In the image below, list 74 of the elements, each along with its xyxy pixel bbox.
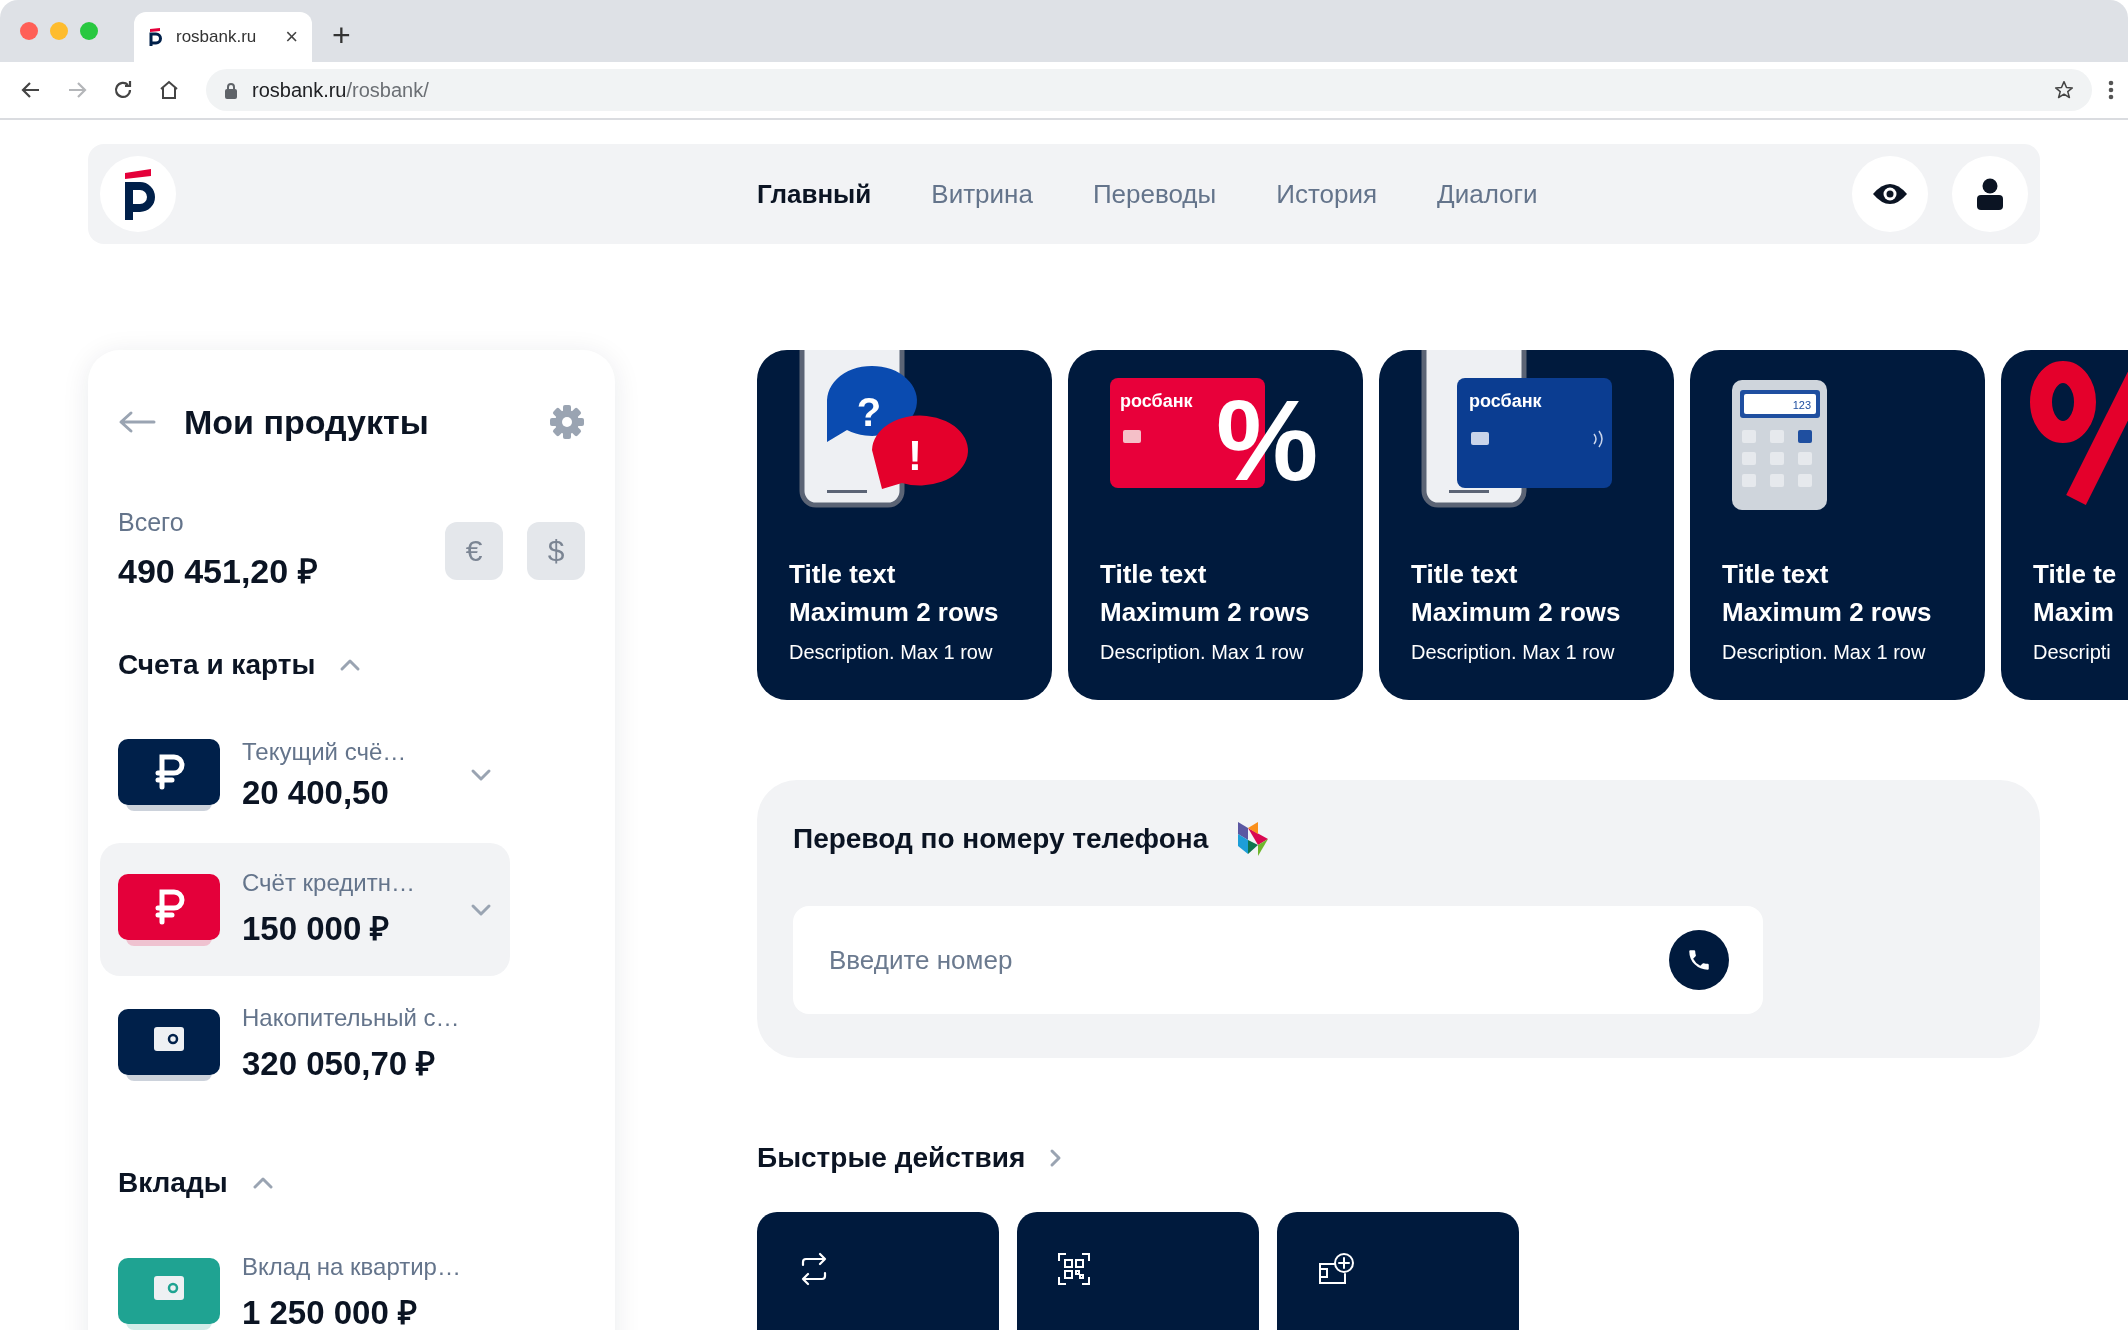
product-item[interactable]: Накопительный с… 320 050,70 ₽: [100, 978, 510, 1111]
nav-tab[interactable]: Витрина: [931, 178, 1033, 210]
payment-system-icon: [1236, 820, 1271, 858]
product-item[interactable]: Вклад на квартир… 1 250 000 ₽: [100, 1227, 510, 1330]
product-amount: 20 400,50: [242, 774, 390, 812]
product-amount: 1 250 000 ₽: [242, 1293, 418, 1330]
wallet-plus-icon: [1317, 1252, 1355, 1286]
nav-tab[interactable]: Главный: [757, 178, 872, 210]
product-item[interactable]: Счёт кредитн… 150 000 ₽: [100, 843, 510, 976]
calculator-drawing: 123: [1690, 350, 1985, 555]
settings-icon[interactable]: [549, 404, 585, 440]
phone-chat-drawing: ? !: [757, 350, 1052, 555]
card-title: Maxim: [2033, 596, 2115, 629]
promo-card[interactable]: Title te Maxim Descripti: [2001, 350, 2128, 700]
card-title: Title te: [2033, 558, 2118, 591]
product-amount: 150 000 ₽: [242, 909, 391, 949]
product-name: Накопительный с…: [242, 1004, 461, 1032]
nav-tab[interactable]: Диалоги: [1437, 178, 1538, 210]
qr-code-icon: [1057, 1252, 1091, 1286]
tab-title: rosbank.ru: [176, 27, 258, 47]
window-zoom-control[interactable]: [80, 22, 98, 40]
card-description: Description. Max 1 row: [789, 641, 994, 664]
nav-tab[interactable]: История: [1276, 178, 1378, 210]
eye-icon: [1871, 182, 1909, 206]
promo-card[interactable]: ? ! Title text Maximum 2 rows Description. Max 1 row: [757, 350, 1052, 700]
phone-icon: [1686, 947, 1712, 973]
section-title: Вклады: [118, 1167, 228, 1199]
chevron-down-icon[interactable]: [470, 768, 492, 782]
product-name: Текущий счё…: [242, 738, 408, 766]
phone-input-field[interactable]: Введите номер: [793, 906, 1763, 1014]
window-minimize-control[interactable]: [50, 22, 68, 40]
window-close-control[interactable]: [20, 22, 38, 40]
chevron-down-icon[interactable]: [470, 902, 492, 917]
card-title: Title text: [1100, 558, 1208, 591]
quick-actions-title: Быстрые действия: [757, 1142, 1026, 1174]
phone-card-drawing: росбанк: [1379, 350, 1674, 555]
card-title: Maximum 2 rows: [1722, 596, 1933, 629]
nav-tab[interactable]: Переводы: [1092, 178, 1217, 210]
product-name: Вклад на квартир…: [242, 1253, 462, 1281]
product-item[interactable]: Текущий счё… 20 400,50: [100, 709, 510, 841]
quick-action-tile[interactable]: [757, 1212, 999, 1330]
lock-icon: [224, 81, 238, 99]
card-title: Maximum 2 rows: [1411, 596, 1622, 629]
site-logo-icon: [148, 28, 162, 46]
new-tab-button[interactable]: +: [332, 17, 351, 54]
product-amount: 320 050,70 ₽: [242, 1044, 437, 1084]
person-icon: [1976, 178, 2004, 210]
panel-title: Мои продукты: [184, 402, 430, 442]
promo-card[interactable]: 123 Title text Maximum 2 rows Description. Max 1 row: [1690, 350, 1985, 700]
card-title: Maximum 2 rows: [789, 596, 1000, 629]
browser-tab[interactable]: rosbank.ru ×: [134, 12, 312, 62]
card-title: Title text: [789, 558, 897, 591]
quick-action-tile[interactable]: [1017, 1212, 1259, 1330]
card-title: Title text: [1722, 558, 1830, 591]
url-text: rosbank.ru/rosbank/: [252, 78, 430, 102]
star-icon[interactable]: [2054, 80, 2074, 100]
card-description: Description. Max 1 row: [1100, 641, 1305, 664]
total-label: Всего: [118, 508, 185, 537]
total-balance: 490 451,20 ₽: [118, 551, 319, 592]
card-title: Maximum 2 rows: [1100, 596, 1311, 629]
address-bar[interactable]: rosbank.ru/rosbank/: [206, 69, 2092, 111]
card-description: Description. Max 1 row: [1411, 641, 1616, 664]
chevron-up-icon[interactable]: [251, 1176, 274, 1190]
card-description: Descripti: [2033, 641, 2112, 664]
promo-card[interactable]: росбанк Title text Maximum 2 rows Description. Max 1 row: [1379, 350, 1674, 700]
section-title: Счета и карты: [118, 649, 316, 681]
quick-action-tile[interactable]: [1277, 1212, 1519, 1330]
chevron-up-icon[interactable]: [339, 658, 362, 672]
card-description: Description. Max 1 row: [1722, 641, 1927, 664]
product-name: Счёт кредитн…: [242, 869, 416, 897]
transfer-title: Перевод по номеру телефона: [793, 823, 1209, 855]
card-title: Title text: [1411, 558, 1519, 591]
menu-icon[interactable]: [2108, 79, 2114, 101]
tab-close-button[interactable]: ×: [285, 24, 298, 50]
